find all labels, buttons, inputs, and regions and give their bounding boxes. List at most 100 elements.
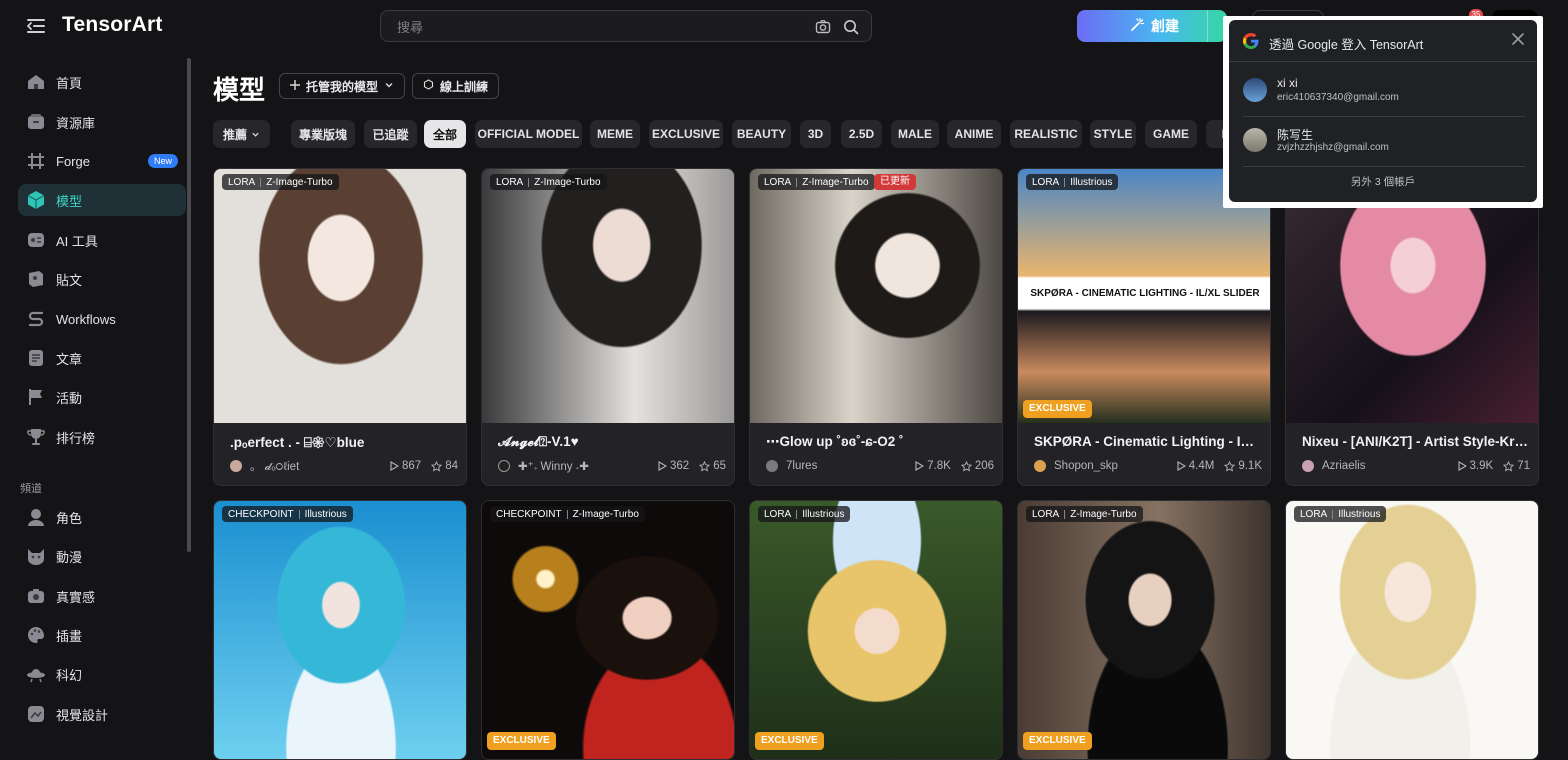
model-type: LORA [764, 508, 792, 520]
sidebar-channel-character[interactable]: 角色 [18, 501, 186, 533]
model-card[interactable]: Nixeu - [ANI/K2T] - Artist Style-Krea2 A… [1285, 168, 1539, 486]
search-icon[interactable] [843, 19, 859, 40]
sidebar-item-events[interactable]: 活動 [18, 381, 186, 413]
sidebar-item-articles[interactable]: 文章 [18, 342, 186, 374]
sidebar-item-home[interactable]: 首頁 [18, 66, 186, 98]
model-thumbnail[interactable] [750, 169, 1002, 423]
image-search-icon[interactable] [815, 19, 831, 40]
sidebar-item-label: 排行榜 [56, 430, 96, 446]
sort-label: 推薦 [222, 127, 247, 142]
online-training-button[interactable]: 線上訓練 [412, 73, 500, 99]
model-card[interactable]: LORA Illustrious EXCLUSIVE [749, 500, 1003, 760]
sidebar-item-posts[interactable]: 貼文 [18, 263, 186, 295]
model-card[interactable]: LORA Illustrious [1285, 500, 1539, 760]
model-card[interactable]: LORA Z-Image-Turbo EXCLUSIVE [1017, 500, 1271, 760]
model-type-tag: LORA Z-Image-Turbo [1026, 506, 1143, 522]
filter-chip[interactable]: EXCLUSIVE [649, 120, 723, 148]
tag-divider [298, 509, 300, 519]
filter-chip-active[interactable]: 全部 [424, 120, 466, 148]
filter-chip[interactable]: OFFICIAL MODEL [475, 120, 582, 148]
filter-chip[interactable]: 2.5D [841, 120, 882, 148]
author-avatar[interactable] [230, 460, 242, 472]
filter-chip[interactable]: 已追蹤 [364, 120, 417, 148]
model-title[interactable]: 𝓐𝓷𝓰𝓮𝓵⍰-V.1♥ [498, 434, 726, 450]
author-avatar[interactable] [1034, 460, 1046, 472]
sidebar-collapse-icon[interactable] [26, 17, 46, 35]
sidebar-item-workflows[interactable]: Workflows [18, 303, 186, 335]
model-card[interactable]: LORA Z-Image-Turbo .pₒerfect . - ⌸𑁍♡blue … [213, 168, 467, 486]
model-thumbnail[interactable] [482, 169, 734, 423]
model-thumbnail[interactable] [750, 501, 1002, 759]
author-name[interactable]: 。 𝓭ₒ੦ℓiet [250, 458, 379, 474]
sidebar-channel-anime[interactable]: 動漫 [18, 540, 186, 572]
tag-divider [260, 177, 262, 187]
sidebar-item-forge[interactable]: Forge New [18, 145, 186, 177]
author-name[interactable]: ✚⁺𝆹 Winny 𝆹✚ [518, 459, 647, 474]
search-input[interactable] [397, 17, 797, 37]
sidebar-scrollbar[interactable] [187, 58, 191, 552]
hosted-models-dropdown[interactable]: 托管我的模型 [279, 73, 406, 99]
model-card[interactable]: CHECKPOINT Illustrious [213, 500, 467, 760]
sidebar-channel-realistic[interactable]: 真實感 [18, 580, 186, 612]
create-button[interactable]: 創建 [1077, 10, 1227, 42]
model-card[interactable]: LORA Z-Image-Turbo 𝓐𝓷𝓰𝓮𝓵⍰-V.1♥ ✚⁺𝆹 Winny … [481, 168, 735, 486]
filter-chip[interactable]: D [1206, 120, 1223, 148]
filter-chip[interactable]: STYLE [1090, 120, 1136, 148]
model-title[interactable]: .pₒerfect . - ⌸𑁍♡blue [230, 434, 458, 452]
model-type: LORA [228, 176, 256, 188]
author-avatar[interactable] [498, 460, 510, 472]
model-card[interactable]: CHECKPOINT Z-Image-Turbo EXCLUSIVE [481, 500, 735, 760]
app-logo[interactable]: TensorArt [62, 13, 163, 37]
model-title[interactable]: SKPØRA - Cinematic Lighting - IL/XL Slid… [1034, 434, 1262, 449]
model-thumbnail[interactable] [214, 169, 466, 423]
account-avatar [1243, 78, 1267, 102]
model-type-tag: LORA Illustrious [1294, 506, 1387, 522]
filter-chip[interactable]: 專業版塊 [291, 120, 355, 148]
model-cube-icon [26, 190, 46, 210]
sidebar-channel-scifi[interactable]: 科幻 [18, 658, 186, 690]
sidebar-item-ai-tools[interactable]: AI 工具 [18, 224, 186, 256]
more-accounts-link[interactable]: 另外 3 個帳戶 [1229, 174, 1537, 189]
sidebar-item-label: 插畫 [56, 628, 83, 644]
run-count: 867 [389, 460, 421, 472]
filter-chip[interactable]: MEME [590, 120, 640, 148]
anime-cat-icon [26, 546, 46, 566]
model-card[interactable]: SKPØRA - CINEMATIC LIGHTING - IL/XL SLID… [1017, 168, 1271, 486]
sidebar-channel-illustration[interactable]: 插畫 [18, 619, 186, 651]
thumbnail-overlay-text: SKPØRA - CINEMATIC LIGHTING - IL/XL SLID… [1030, 288, 1260, 299]
sidebar-item-library[interactable]: 資源庫 [18, 106, 186, 138]
base-model: Z-Image-Turbo [1070, 508, 1137, 520]
filter-chip[interactable]: GAME [1145, 120, 1197, 148]
sidebar-item-leaderboard[interactable]: 排行榜 [18, 421, 186, 453]
popup-header: 透過 Google 登入 TensorArt [1229, 20, 1537, 62]
sidebar-channel-visual-design[interactable]: 視覺設計 [18, 698, 186, 730]
model-title[interactable]: Nixeu - [ANI/K2T] - Artist Style-Krea2 [1302, 434, 1530, 449]
filter-chip[interactable]: REALISTIC [1010, 120, 1082, 148]
model-type-tag: LORA Z-Image-Turbo [758, 174, 875, 190]
filter-chip[interactable]: 3D [800, 120, 831, 148]
google-account-row[interactable]: xi xi eric410637340@gmail.com [1243, 66, 1525, 116]
model-title[interactable]: ⋯Glow up ˚ʚ⁠ɞ˚-ɕ-O2 ˚ [766, 434, 994, 450]
home-icon [26, 72, 46, 92]
close-icon[interactable] [1511, 32, 1525, 51]
filter-chip[interactable]: ANIME [947, 120, 1001, 148]
author-name[interactable]: Shopon_skp [1054, 460, 1166, 472]
play-icon [658, 461, 668, 471]
model-type-tag: LORA Z-Image-Turbo [490, 174, 607, 190]
search-bar[interactable] [380, 10, 872, 42]
author-avatar[interactable] [1302, 460, 1314, 472]
sidebar-item-models[interactable]: 模型 [18, 184, 186, 216]
model-thumbnail[interactable] [1286, 501, 1538, 759]
filter-chip[interactable]: MALE [891, 120, 939, 148]
model-thumbnail[interactable] [482, 501, 734, 759]
author-avatar[interactable] [766, 460, 778, 472]
sort-dropdown[interactable]: 推薦 [213, 120, 270, 148]
author-name[interactable]: Azriaelis [1322, 460, 1447, 472]
author-name[interactable]: 7lures [786, 460, 904, 472]
model-thumbnail[interactable] [214, 501, 466, 759]
model-thumbnail[interactable] [1018, 501, 1270, 759]
model-card[interactable]: LORA Z-Image-Turbo 已更新 ⋯Glow up ˚ʚ⁠ɞ˚-ɕ-O… [749, 168, 1003, 486]
filter-chip[interactable]: BEAUTY [732, 120, 791, 148]
google-account-row[interactable]: 陈写生 zvjzhzzhjshz@gmail.com [1243, 116, 1525, 166]
sidebar-item-label: 視覺設計 [56, 707, 109, 723]
